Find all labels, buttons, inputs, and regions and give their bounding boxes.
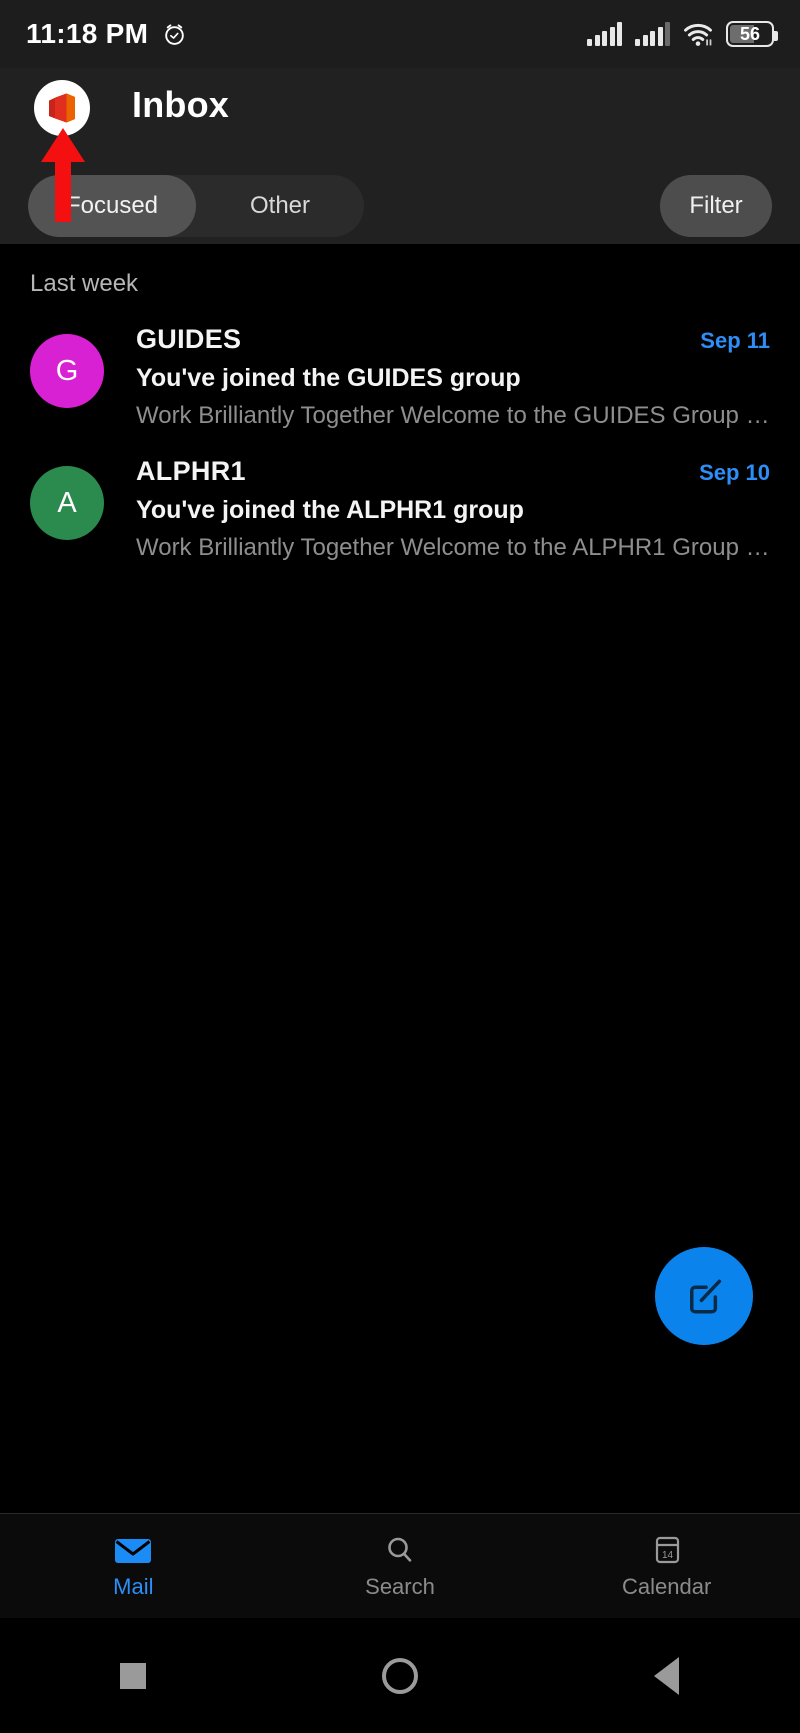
triangle-back-icon <box>654 1656 680 1695</box>
office-365-logo-icon <box>49 93 75 123</box>
mail-sender: ALPHR1 <box>136 456 246 486</box>
status-bar-clock: 11:18 PM <box>26 18 149 49</box>
avatar: A <box>30 466 104 540</box>
page-title: Inbox <box>132 84 229 125</box>
bottom-navigation-bar: Mail Search 14 Calendar <box>0 1513 800 1618</box>
nav-item-search-label: Search <box>365 1573 435 1599</box>
filter-button[interactable]: Filter <box>660 175 772 237</box>
calendar-14-icon: 14 <box>655 1536 679 1563</box>
search-magnifier-icon <box>388 1537 412 1562</box>
status-bar-left: 11:18 PM <box>26 18 187 50</box>
android-system-nav <box>0 1618 800 1733</box>
app-header: Inbox Focused Other Filter <box>0 68 800 244</box>
cellular-signal-icon <box>635 22 670 46</box>
phone-screen: 11:18 PM 56 Inbox Focused Other Filter L… <box>0 0 800 1733</box>
svg-text:14: 14 <box>662 1550 674 1561</box>
mail-row-body: GUIDES Sep 11 You've joined the GUIDES g… <box>104 324 770 430</box>
square-recents-icon <box>120 1662 147 1689</box>
nav-item-calendar-label: Calendar <box>622 1573 712 1599</box>
mail-section-header: Last week <box>30 270 139 297</box>
nav-item-calendar[interactable]: 14 Calendar <box>533 1533 800 1600</box>
mail-row-top-line: GUIDES Sep 11 <box>136 324 770 355</box>
battery-icon: 56 <box>726 21 778 47</box>
table-row[interactable]: A ALPHR1 Sep 10 You've joined the ALPHR1… <box>0 430 800 562</box>
circle-home-icon <box>382 1657 418 1694</box>
wifi-icon <box>684 23 712 46</box>
alarm-clock-icon <box>165 23 185 45</box>
mail-date: Sep 11 <box>700 328 770 353</box>
mail-subject: You've joined the ALPHR1 group <box>136 496 524 524</box>
avatar-initial: G <box>55 354 79 387</box>
cellular-signal-icon <box>587 22 622 46</box>
mail-sender: GUIDES <box>136 324 242 354</box>
mail-row-top-line: ALPHR1 Sep 10 <box>136 456 770 487</box>
home-button[interactable] <box>267 1657 534 1694</box>
status-bar-right: 56 <box>587 21 778 47</box>
mail-preview: Work Brilliantly Together Welcome to the… <box>136 402 770 429</box>
avatar-initial: A <box>57 486 77 519</box>
nav-item-search[interactable]: Search <box>267 1533 534 1600</box>
mail-preview: Work Brilliantly Together Welcome to the… <box>136 534 770 561</box>
recents-button[interactable] <box>0 1662 267 1689</box>
nav-item-mail-label: Mail <box>113 1573 154 1599</box>
battery-level-label: 56 <box>739 24 761 44</box>
mail-envelope-icon <box>115 1538 152 1563</box>
nav-item-mail[interactable]: Mail <box>0 1533 267 1600</box>
mail-subject: You've joined the GUIDES group <box>136 364 521 392</box>
compose-edit-icon <box>690 1279 722 1314</box>
table-row[interactable]: G GUIDES Sep 11 You've joined the GUIDES… <box>0 298 800 430</box>
status-bar: 11:18 PM 56 <box>0 0 800 68</box>
tab-other[interactable]: Other <box>196 175 364 237</box>
mail-date: Sep 10 <box>699 460 770 485</box>
account-avatar-button[interactable] <box>34 80 90 136</box>
back-button[interactable] <box>533 1656 800 1695</box>
avatar: G <box>30 334 104 408</box>
tab-focused[interactable]: Focused <box>28 175 196 237</box>
inbox-tab-group: Focused Other <box>28 175 364 237</box>
mail-list: Last week G GUIDES Sep 11 You've joined … <box>0 244 800 562</box>
compose-button[interactable] <box>655 1247 753 1345</box>
mail-row-body: ALPHR1 Sep 10 You've joined the ALPHR1 g… <box>104 456 770 562</box>
